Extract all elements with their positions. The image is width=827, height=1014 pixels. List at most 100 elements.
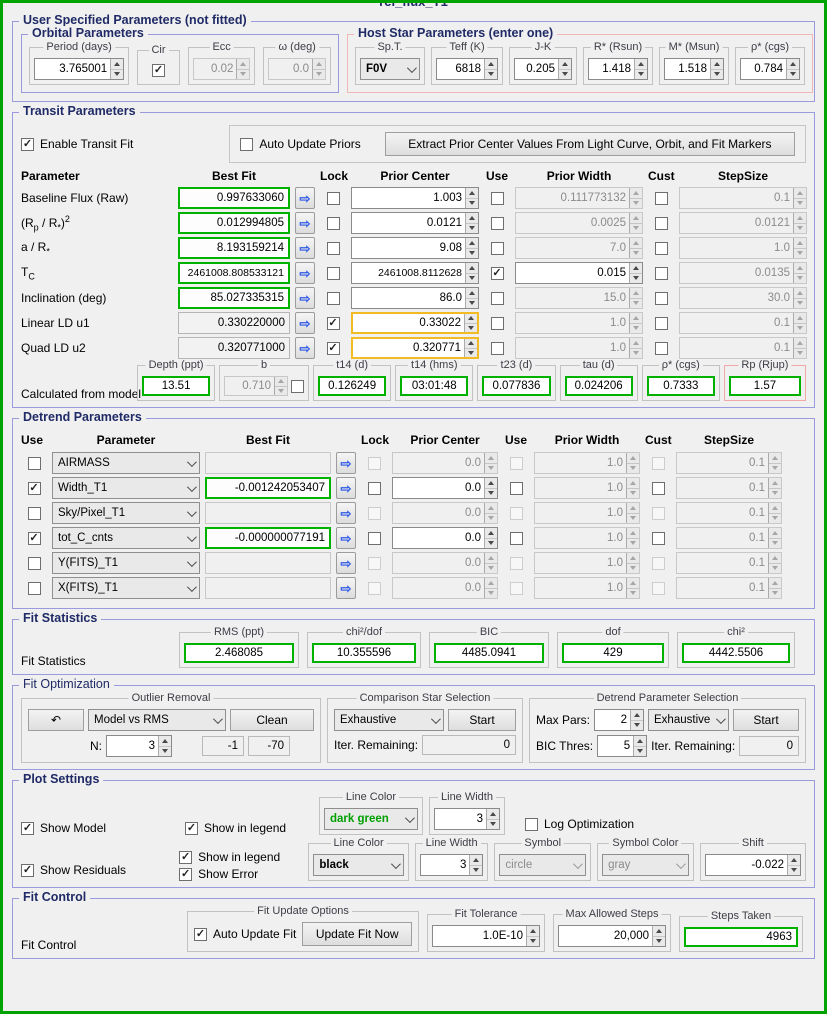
detrend-param-dropdown[interactable]: Y(FITS)_T1 (52, 552, 200, 574)
lock-checkbox[interactable] (368, 532, 381, 545)
bic-thres-spinner[interactable]: 5 (597, 735, 647, 757)
cust-checkbox[interactable] (655, 317, 668, 330)
use-checkbox[interactable]: ✓ (28, 482, 41, 495)
max-pars-spinner[interactable]: 2 (594, 709, 644, 731)
transfer-arrow-button[interactable]: ⇨ (336, 577, 356, 599)
transfer-arrow-button[interactable]: ⇨ (295, 312, 315, 334)
use-checkbox[interactable] (491, 242, 504, 255)
rstar-spinner[interactable]: 1.418 (588, 58, 648, 80)
use-checkbox[interactable] (28, 507, 41, 520)
b-checkbox[interactable] (291, 380, 304, 393)
use-checkbox[interactable] (491, 192, 504, 205)
stepsize-spinner: 0.1 (679, 337, 807, 359)
clean-button[interactable]: Clean (230, 709, 314, 731)
cust-checkbox[interactable] (655, 217, 668, 230)
undo-button[interactable]: ↶ (28, 709, 84, 731)
prior-center-spinner[interactable]: 9.08 (351, 237, 479, 259)
enable-transit-fit-checkbox[interactable]: ✓ (21, 138, 34, 151)
teff-spinner[interactable]: 6818 (436, 58, 498, 80)
transfer-arrow-button[interactable]: ⇨ (336, 452, 356, 474)
transfer-arrow-button[interactable]: ⇨ (336, 477, 356, 499)
prior-center-spinner[interactable]: 0.0 (392, 477, 498, 499)
prior-center-spinner[interactable]: 86.0 (351, 287, 479, 309)
lock-checkbox[interactable]: ✓ (327, 317, 340, 330)
lock-checkbox[interactable]: ✓ (327, 342, 340, 355)
auto-update-priors-checkbox[interactable] (240, 138, 253, 151)
cust-checkbox[interactable] (655, 342, 668, 355)
prior-center-spinner[interactable]: 0.0121 (351, 212, 479, 234)
spt-dropdown[interactable]: F0V (360, 58, 420, 80)
transfer-arrow-button[interactable]: ⇨ (336, 527, 356, 549)
comparison-start-button[interactable]: Start (448, 709, 516, 731)
cust-checkbox[interactable] (655, 192, 668, 205)
cir-checkbox[interactable]: ✓ (152, 64, 165, 77)
cust-checkbox[interactable] (655, 242, 668, 255)
model-line-color-dropdown[interactable]: dark green (324, 808, 418, 830)
use-prior-checkbox[interactable] (510, 532, 523, 545)
residuals-show-in-legend-checkbox[interactable]: ✓ (179, 851, 192, 864)
detrend-start-button[interactable]: Start (733, 709, 799, 731)
use-checkbox[interactable] (491, 292, 504, 305)
show-model-checkbox[interactable]: ✓ (21, 822, 34, 835)
transfer-arrow-button[interactable]: ⇨ (336, 552, 356, 574)
jk-spinner[interactable]: 0.205 (514, 58, 572, 80)
residuals-line-color-dropdown[interactable]: black (313, 854, 404, 876)
lock-checkbox[interactable] (327, 292, 340, 305)
use-checkbox[interactable] (491, 217, 504, 230)
lock-checkbox[interactable] (327, 242, 340, 255)
prior-center-spinner[interactable]: 1.003 (351, 187, 479, 209)
lock-checkbox[interactable] (368, 482, 381, 495)
lock-checkbox[interactable] (327, 267, 340, 280)
model-line-width-spinner[interactable]: 3 (434, 808, 500, 830)
use-checkbox[interactable] (491, 342, 504, 355)
prior-center-spinner[interactable]: 0.320771 (351, 337, 479, 359)
max-allowed-steps-spinner[interactable]: 20,000 (558, 925, 666, 947)
prior-center-spinner[interactable]: 2461008.8112628 (351, 262, 479, 284)
transfer-arrow-button[interactable]: ⇨ (295, 212, 315, 234)
transfer-arrow-button[interactable]: ⇨ (336, 502, 356, 524)
shift-spinner[interactable]: -0.022 (705, 854, 801, 876)
prior-center-spinner[interactable]: 0.33022 (351, 312, 479, 334)
lock-checkbox[interactable] (327, 217, 340, 230)
cust-checkbox[interactable] (652, 532, 665, 545)
detrend-param-dropdown[interactable]: Sky/Pixel_T1 (52, 502, 200, 524)
fit-tolerance-spinner[interactable]: 1.0E-10 (432, 925, 540, 947)
lock-checkbox[interactable] (327, 192, 340, 205)
model-show-in-legend-checkbox[interactable]: ✓ (185, 822, 198, 835)
comparison-mode-dropdown[interactable]: Exhaustive (334, 709, 444, 731)
use-checkbox[interactable] (28, 457, 41, 470)
use-checkbox[interactable] (491, 317, 504, 330)
cust-checkbox[interactable] (655, 267, 668, 280)
mstar-spinner[interactable]: 1.518 (664, 58, 724, 80)
detrend-param-dropdown[interactable]: Width_T1 (52, 477, 200, 499)
detrend-param-dropdown[interactable]: X(FITS)_T1 (52, 577, 200, 599)
cust-checkbox[interactable] (652, 482, 665, 495)
residuals-line-width-spinner[interactable]: 3 (420, 854, 484, 876)
log-optimization-checkbox[interactable] (525, 818, 538, 831)
transfer-arrow-button[interactable]: ⇨ (295, 237, 315, 259)
transfer-arrow-button[interactable]: ⇨ (295, 262, 315, 284)
rho-star-spinner[interactable]: 0.784 (740, 58, 800, 80)
extract-prior-values-button[interactable]: Extract Prior Center Values From Light C… (385, 132, 795, 156)
period-spinner[interactable]: 3.765001 (34, 58, 124, 80)
transfer-arrow-button[interactable]: ⇨ (295, 187, 315, 209)
detrend-param-dropdown[interactable]: AIRMASS (52, 452, 200, 474)
prior-width-spinner[interactable]: 0.015 (515, 262, 643, 284)
use-checkbox[interactable] (28, 582, 41, 595)
use-checkbox[interactable]: ✓ (491, 267, 504, 280)
auto-update-fit-checkbox[interactable]: ✓ (194, 928, 207, 941)
detrend-param-dropdown[interactable]: tot_C_cnts (52, 527, 200, 549)
prior-center-spinner[interactable]: 0.0 (392, 527, 498, 549)
use-prior-checkbox[interactable] (510, 482, 523, 495)
use-checkbox[interactable] (28, 557, 41, 570)
n-spinner[interactable]: 3 (106, 735, 172, 757)
transfer-arrow-button[interactable]: ⇨ (295, 337, 315, 359)
detrend-mode-dropdown[interactable]: Exhaustive (648, 709, 729, 731)
use-checkbox[interactable]: ✓ (28, 532, 41, 545)
show-residuals-checkbox[interactable]: ✓ (21, 864, 34, 877)
outlier-mode-dropdown[interactable]: Model vs RMS (88, 709, 226, 731)
cust-checkbox[interactable] (655, 292, 668, 305)
transfer-arrow-button[interactable]: ⇨ (295, 287, 315, 309)
show-error-checkbox[interactable]: ✓ (179, 868, 192, 881)
update-fit-now-button[interactable]: Update Fit Now (302, 922, 412, 946)
